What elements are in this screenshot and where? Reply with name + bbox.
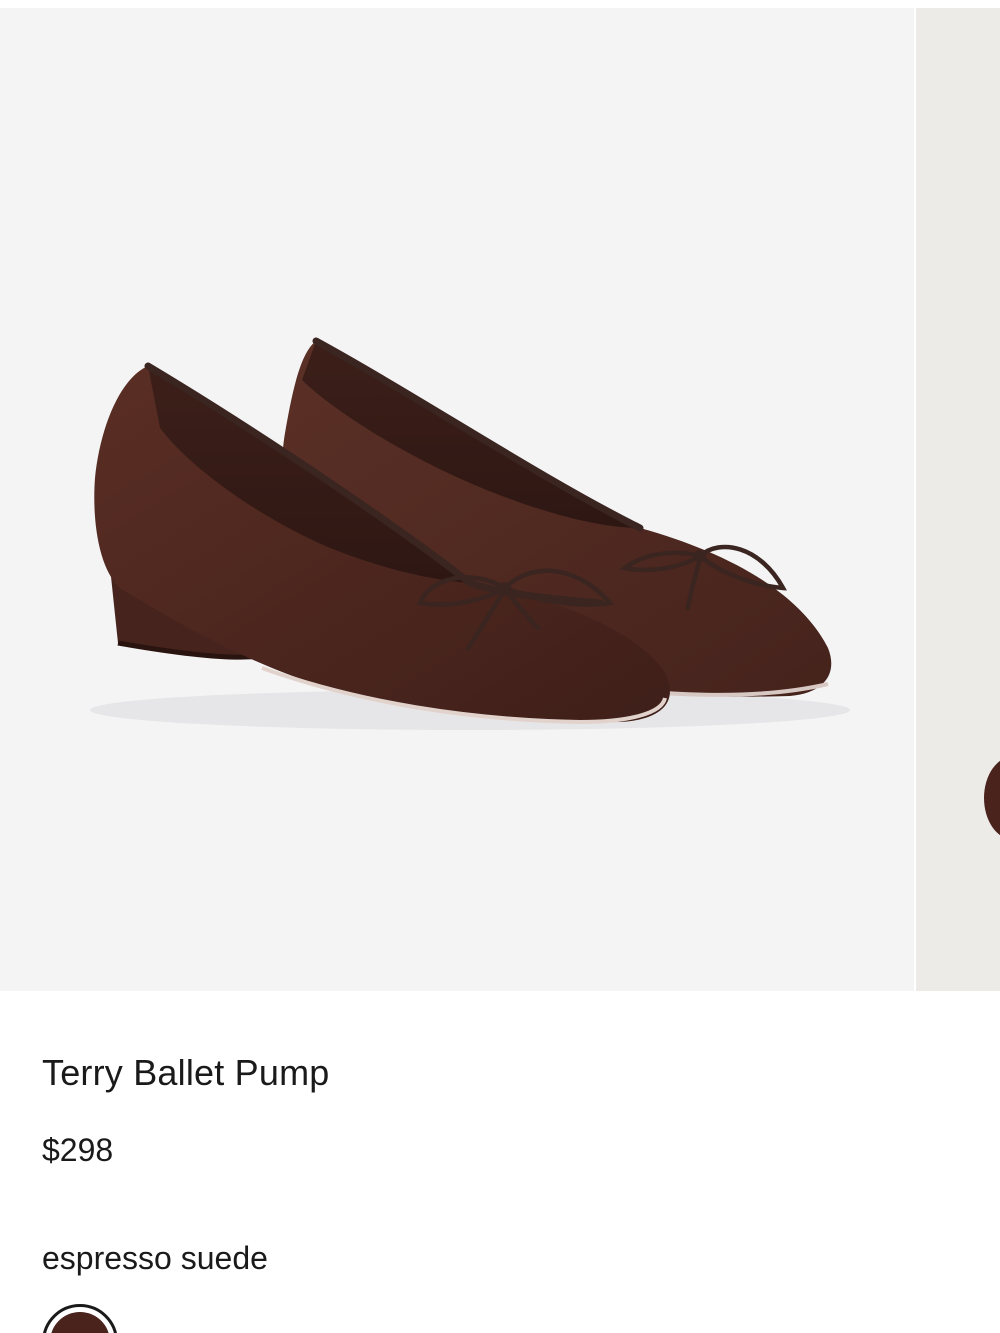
selected-color-label: espresso suede (42, 1240, 268, 1276)
product-price: $298 (42, 1132, 114, 1168)
product-image-pair[interactable] (0, 8, 914, 991)
shoe-pair-image (90, 337, 850, 730)
swatch-fill (50, 1312, 110, 1333)
product-image-gallery[interactable] (0, 8, 1000, 991)
product-title: Terry Ballet Pump (42, 1052, 330, 1093)
product-image-next[interactable] (916, 8, 1000, 991)
color-swatch-espresso[interactable] (42, 1304, 118, 1333)
shoe-partial-image (984, 760, 1000, 836)
